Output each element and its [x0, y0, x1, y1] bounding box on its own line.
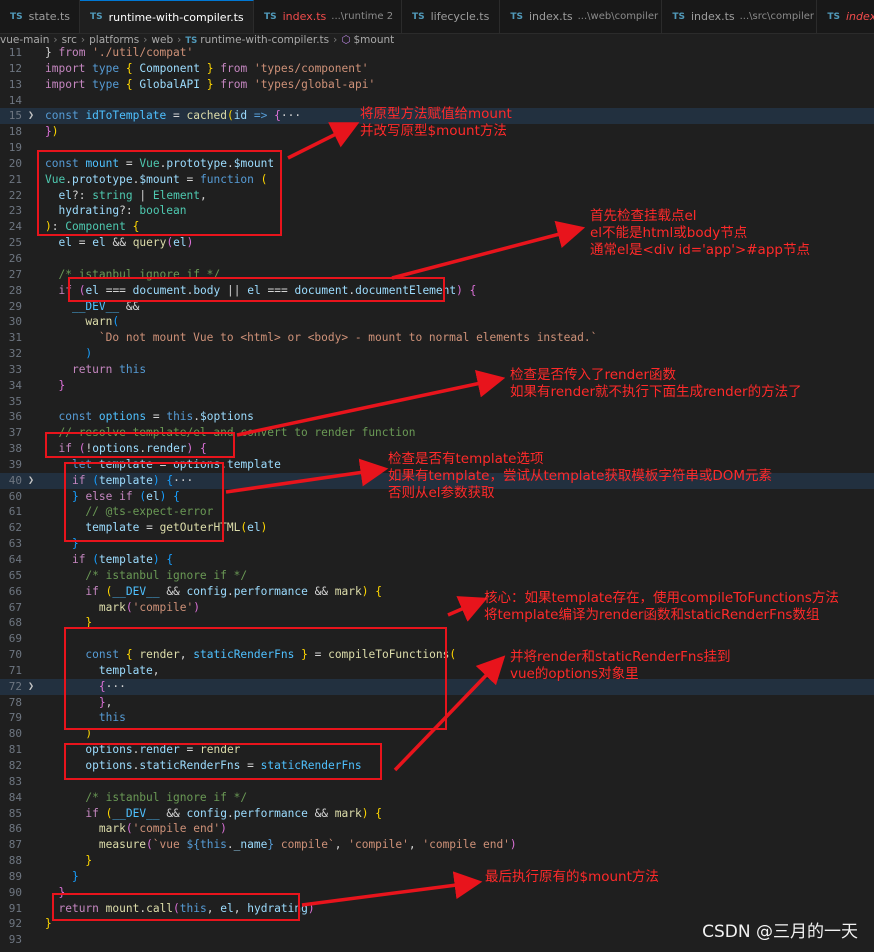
editor-tab-bar: TS state.ts TS runtime-with-compiler.ts …: [0, 0, 874, 34]
typescript-file-icon: TS: [264, 11, 277, 22]
highlight-box-el-check: [68, 277, 445, 302]
tab-index-ts-runtime[interactable]: TS index.ts ...\runtime 2: [254, 0, 402, 33]
typescript-file-icon: TS: [827, 11, 840, 22]
typescript-file-icon: TS: [10, 11, 23, 22]
code-line: 86 mark('compile end'): [8, 822, 227, 836]
chevron-right-icon[interactable]: ❯: [28, 679, 34, 695]
typescript-file-icon: TS: [510, 11, 523, 22]
highlight-box-mount-assignment: [37, 150, 282, 236]
chevron-right-icon[interactable]: ❯: [28, 108, 34, 124]
code-line: 11} from './util/compat': [8, 46, 194, 59]
code-line: 30 warn(: [8, 315, 120, 329]
tab-index-ts-web-compiler[interactable]: TS index.ts ...\web\compiler: [500, 0, 663, 33]
highlight-box-template-check: [64, 462, 224, 542]
annotation-options-assign: 并将render和staticRenderFns挂到 vue的options对象…: [510, 649, 731, 682]
code-line: 85 if (__DEV__ && config.performance && …: [8, 806, 382, 820]
annotation-el-check: 首先检查挂载点el el不能是html或body节点 通常el是<div id=…: [590, 208, 810, 258]
typescript-file-icon: TS: [412, 11, 425, 22]
tab-index-ts-src-compiler[interactable]: TS index.ts ...\src\compiler: [662, 0, 818, 33]
code-line: 12 import type { Component } from 'types/…: [8, 61, 369, 75]
tab-state-ts[interactable]: TS state.ts: [0, 0, 80, 33]
annotation-compile: 核心：如果template存在，使用compileToFunctions方法 将…: [484, 590, 839, 623]
code-line: 87 measure(`vue ${this._name} compile`, …: [8, 838, 517, 852]
code-line: 31 `Do not mount Vue to <html> or <body>…: [8, 331, 598, 345]
code-line: 89 }: [8, 869, 79, 883]
code-line: 65 /* istanbul ignore if */: [8, 568, 248, 582]
typescript-file-icon: TS: [90, 12, 103, 22]
annotation-return-mount: 最后执行原有的$mount方法: [485, 869, 659, 885]
code-line: 13 import type { GlobalAPI } from 'types/…: [8, 77, 376, 91]
tab-lifecycle-ts[interactable]: TS lifecycle.ts: [402, 0, 501, 33]
code-line: 88 }: [8, 854, 93, 868]
code-line: 36 const options = this.$options: [8, 410, 254, 424]
highlight-box-options-assign: [64, 743, 382, 780]
tab-index-partial[interactable]: TS index: [817, 0, 874, 33]
typescript-file-icon: TS: [672, 11, 685, 22]
highlight-box-return-mount: [52, 893, 300, 921]
chevron-right-icon[interactable]: ❯: [28, 473, 34, 489]
annotation-template-check: 检查是否有template选项 如果有template，尝试从template获…: [388, 451, 773, 501]
annotation-mount-assignment: 将原型方法赋值给mount 并改写原型$mount方法: [360, 106, 512, 139]
code-line: 32 ): [8, 347, 93, 361]
code-line: 84 /* istanbul ignore if */: [8, 790, 248, 804]
tab-runtime-with-compiler-ts[interactable]: TS runtime-with-compiler.ts: [80, 0, 254, 33]
annotation-render-check: 检查是否传入了render函数 如果有render就不执行下面生成render的…: [510, 367, 802, 400]
highlight-box-render-check: [45, 432, 235, 458]
watermark: CSDN @三月的一天: [702, 922, 858, 942]
code-line: 64 if (template) {: [8, 553, 174, 566]
highlight-box-compile: [64, 627, 447, 730]
